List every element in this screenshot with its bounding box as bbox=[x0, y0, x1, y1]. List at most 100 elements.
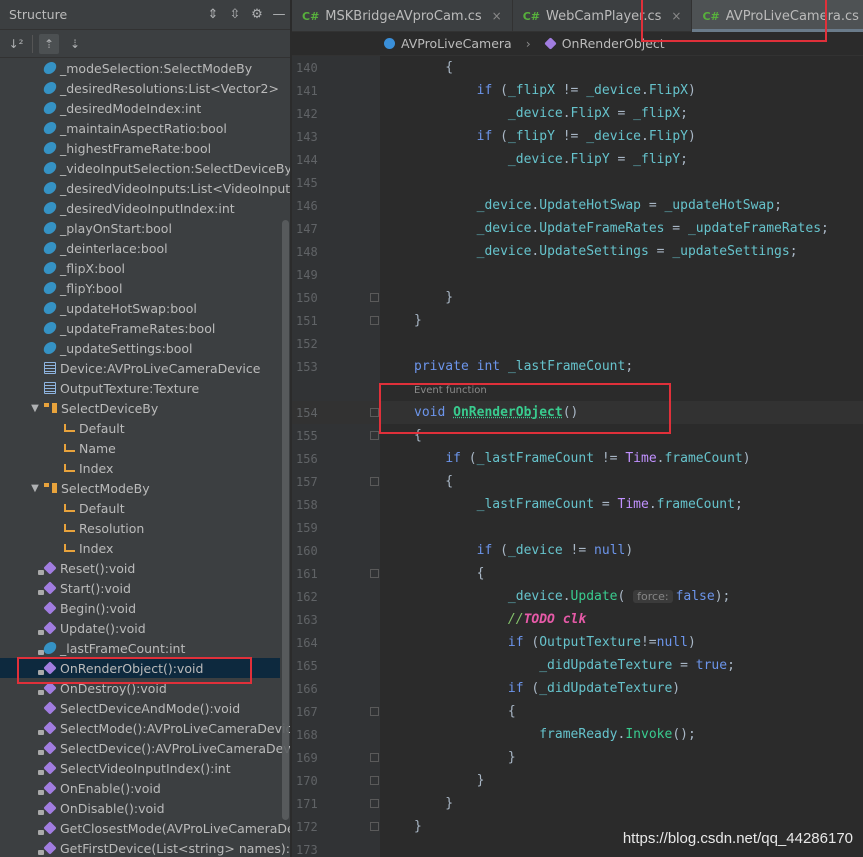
structure-item[interactable]: OutputTexture:Texture bbox=[0, 378, 280, 398]
structure-item[interactable]: Resolution bbox=[0, 518, 280, 538]
code-line[interactable]: 140 { bbox=[292, 56, 863, 79]
structure-item[interactable]: _desiredVideoInputs:List<VideoInput> bbox=[0, 178, 290, 198]
structure-item[interactable]: Begin():void bbox=[0, 598, 280, 618]
fold-marker-icon[interactable] bbox=[370, 316, 379, 325]
code-line[interactable]: 155 { bbox=[292, 424, 863, 447]
structure-item[interactable]: Start():void bbox=[0, 578, 280, 598]
code-line[interactable]: 158 _lastFrameCount = Time.frameCount; bbox=[292, 493, 863, 516]
structure-item[interactable]: _modeSelection:SelectModeBy bbox=[0, 58, 280, 78]
close-icon[interactable]: × bbox=[671, 9, 681, 23]
structure-item[interactable]: Update():void bbox=[0, 618, 280, 638]
structure-item[interactable]: _flipY:bool bbox=[0, 278, 280, 298]
editor-tab[interactable]: C#AVProLiveCamera.cs× bbox=[692, 0, 863, 32]
code-line[interactable]: 165 _didUpdateTexture = true; bbox=[292, 654, 863, 677]
code-line[interactable]: 156 if (_lastFrameCount != Time.frameCou… bbox=[292, 447, 863, 470]
structure-item[interactable]: _highestFrameRate:bool bbox=[0, 138, 280, 158]
structure-item[interactable]: GetFirstDevice(List<string> names):AVPro… bbox=[0, 838, 290, 857]
code-editor[interactable]: 140 {141 if (_flipX != _device.FlipX) 142… bbox=[292, 56, 863, 857]
expand-arrow-icon[interactable]: ▼ bbox=[26, 403, 44, 414]
structure-item[interactable]: ▼ SelectDeviceBy bbox=[0, 398, 280, 418]
structure-item[interactable]: Index bbox=[0, 458, 280, 478]
structure-item[interactable]: SelectMode():AVProLiveCameraDeviceMode bbox=[0, 718, 290, 738]
fold-marker-icon[interactable] bbox=[370, 707, 379, 716]
structure-item[interactable]: _updateHotSwap:bool bbox=[0, 298, 280, 318]
structure-item[interactable]: OnEnable():void bbox=[0, 778, 280, 798]
structure-item[interactable]: _lastFrameCount:int bbox=[0, 638, 280, 658]
fold-marker-icon[interactable] bbox=[370, 408, 379, 417]
editor-tab[interactable]: C# MSKBridgeAVproCam.cs × bbox=[292, 0, 513, 32]
structure-item[interactable]: _desiredModeIndex:int bbox=[0, 98, 280, 118]
structure-item[interactable]: Device:AVProLiveCameraDevice bbox=[0, 358, 280, 378]
expand-arrow-icon[interactable]: ▼ bbox=[26, 483, 44, 494]
fold-marker-icon[interactable] bbox=[370, 822, 379, 831]
code-line[interactable]: 144 _device.FlipY = _flipY; bbox=[292, 148, 863, 171]
fold-marker-icon[interactable] bbox=[370, 569, 379, 578]
structure-item[interactable]: _updateSettings:bool bbox=[0, 338, 280, 358]
structure-item[interactable]: ▼ SelectModeBy bbox=[0, 478, 280, 498]
structure-item[interactable]: _desiredResolutions:List<Vector2> bbox=[0, 78, 280, 98]
navigate-from-source-icon[interactable]: ⇡ bbox=[39, 33, 59, 54]
code-line[interactable]: 163 //TODO clk bbox=[292, 608, 863, 631]
breadcrumb-method[interactable]: OnRenderObject bbox=[562, 36, 665, 51]
fold-marker-icon[interactable] bbox=[370, 799, 379, 808]
code-line[interactable]: 148 _device.UpdateSettings = _updateSett… bbox=[292, 240, 863, 263]
collapse-all-icon[interactable]: ⇳ bbox=[224, 7, 246, 22]
fold-marker-icon[interactable] bbox=[370, 293, 379, 302]
fold-marker-icon[interactable] bbox=[370, 776, 379, 785]
structure-item[interactable]: Index bbox=[0, 538, 280, 558]
code-line[interactable]: 161 { bbox=[292, 562, 863, 585]
structure-item[interactable]: Default bbox=[0, 418, 280, 438]
structure-item[interactable]: OnDisable():void bbox=[0, 798, 280, 818]
structure-item[interactable]: OnRenderObject():void bbox=[0, 658, 280, 678]
code-line[interactable]: 147 _device.UpdateFrameRates = _updateFr… bbox=[292, 217, 863, 240]
editor-tab[interactable]: C# WebCamPlayer.cs × bbox=[513, 0, 693, 32]
code-line[interactable]: 166 if (_didUpdateTexture) bbox=[292, 677, 863, 700]
minimize-icon[interactable]: — bbox=[268, 7, 290, 22]
code-line[interactable]: 146 _device.UpdateHotSwap = _updateHotSw… bbox=[292, 194, 863, 217]
breadcrumb-class[interactable]: AVProLiveCamera bbox=[401, 36, 512, 51]
structure-item[interactable]: _updateFrameRates:bool bbox=[0, 318, 280, 338]
expand-all-icon[interactable]: ⇕ bbox=[202, 7, 224, 22]
navigate-to-source-icon[interactable]: ⇣ bbox=[65, 34, 85, 54]
structure-item[interactable]: OnDestroy():void bbox=[0, 678, 280, 698]
close-icon[interactable]: × bbox=[492, 9, 502, 23]
structure-item[interactable]: Name bbox=[0, 438, 280, 458]
fold-marker-icon[interactable] bbox=[370, 753, 379, 762]
structure-item[interactable]: _playOnStart:bool bbox=[0, 218, 280, 238]
code-line[interactable]: 149 bbox=[292, 263, 863, 286]
code-line[interactable]: 152 bbox=[292, 332, 863, 355]
code-line[interactable]: 151} bbox=[292, 309, 863, 332]
code-line[interactable]: 170 } bbox=[292, 769, 863, 792]
structure-scrollbar[interactable] bbox=[282, 220, 289, 820]
sort-alphabetically-icon[interactable]: ↓² bbox=[6, 34, 26, 54]
code-line[interactable]: 164 if (OutputTexture!=null) bbox=[292, 631, 863, 654]
fold-marker-icon[interactable] bbox=[370, 477, 379, 486]
structure-item[interactable]: _videoInputSelection:SelectDeviceBy bbox=[0, 158, 290, 178]
code-line[interactable]: 169 } bbox=[292, 746, 863, 769]
code-line[interactable]: 157 { bbox=[292, 470, 863, 493]
structure-item[interactable]: Default bbox=[0, 498, 280, 518]
structure-item[interactable]: SelectDevice():AVProLiveCameraDevice bbox=[0, 738, 290, 758]
structure-item[interactable]: _flipX:bool bbox=[0, 258, 280, 278]
code-line[interactable]: 162 _device.Update( force: false); bbox=[292, 585, 863, 608]
structure-item[interactable]: _desiredVideoInputIndex:int bbox=[0, 198, 280, 218]
structure-item[interactable]: _maintainAspectRatio:bool bbox=[0, 118, 280, 138]
code-line[interactable]: 171 } bbox=[292, 792, 863, 815]
structure-item[interactable]: Reset():void bbox=[0, 558, 280, 578]
code-line[interactable]: 160 if (_device != null) bbox=[292, 539, 863, 562]
fold-marker-icon[interactable] bbox=[370, 431, 379, 440]
structure-item[interactable]: SelectVideoInputIndex():int bbox=[0, 758, 280, 778]
code-line[interactable]: 159 bbox=[292, 516, 863, 539]
structure-item[interactable]: GetClosestMode(AVProLiveCameraDevice... bbox=[0, 818, 290, 838]
code-line[interactable]: 142 _device.FlipX = _flipX; bbox=[292, 102, 863, 125]
code-line[interactable]: 154 void OnRenderObject() bbox=[292, 401, 863, 424]
code-line[interactable]: 145 bbox=[292, 171, 863, 194]
code-line[interactable]: 141 if (_flipX != _device.FlipX) bbox=[292, 79, 863, 102]
code-line[interactable]: 167 { bbox=[292, 700, 863, 723]
code-line[interactable]: 168 frameReady.Invoke(); bbox=[292, 723, 863, 746]
structure-item[interactable]: SelectDeviceAndMode():void bbox=[0, 698, 280, 718]
gear-icon[interactable]: ⚙ bbox=[246, 7, 268, 22]
code-line[interactable]: 143 if (_flipY != _device.FlipY) bbox=[292, 125, 863, 148]
code-line[interactable]: 153 private int _lastFrameCount; bbox=[292, 355, 863, 378]
code-line[interactable]: 150 } bbox=[292, 286, 863, 309]
